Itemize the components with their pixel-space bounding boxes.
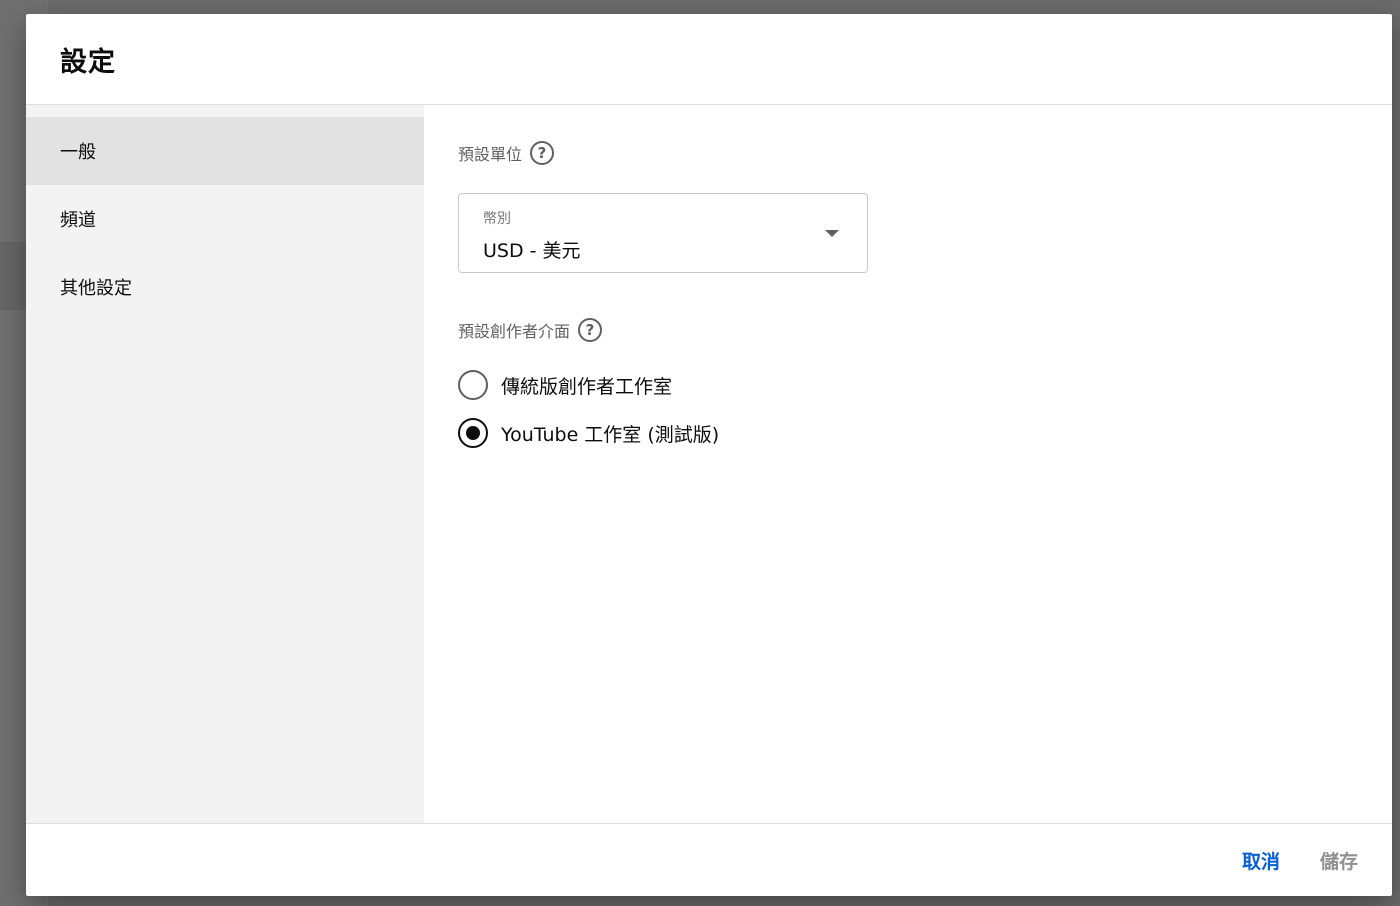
sidebar-item-general[interactable]: 一般	[26, 117, 424, 185]
dialog-footer: 取消 儲存	[26, 823, 1392, 896]
help-icon[interactable]: ?	[530, 141, 555, 165]
dropdown-arrow-icon	[825, 230, 839, 237]
currency-select[interactable]: 幣別 USD - 美元	[458, 193, 868, 273]
help-icon[interactable]: ?	[578, 318, 603, 342]
sidebar-item-other-settings[interactable]: 其他設定	[26, 253, 424, 321]
sidebar-item-label: 一般	[60, 142, 96, 163]
radio-option-youtube-studio-beta[interactable]: YouTube 工作室 (測試版)	[458, 418, 719, 448]
currency-select-value: USD - 美元	[483, 240, 581, 262]
dialog-header: 設定	[26, 14, 1392, 105]
sidebar-item-label: 其他設定	[60, 278, 132, 299]
general-settings-panel: 預設單位 ? 幣別 USD - 美元 預設創作者介面 ? 傳統版創作者工作室 Y…	[424, 105, 1392, 823]
background-page-block	[0, 242, 26, 310]
settings-dialog: 設定 一般 頻道 其他設定 預設單位 ? 幣別 USD - 美元 預設創作者介面…	[26, 14, 1392, 896]
dialog-title: 設定	[60, 46, 116, 78]
sidebar-item-channel[interactable]: 頻道	[26, 185, 424, 253]
save-button[interactable]: 儲存	[1320, 843, 1358, 878]
radio-option-label: YouTube 工作室 (測試版)	[501, 423, 720, 446]
radio-button-selected[interactable]	[458, 418, 488, 448]
sidebar-item-label: 頻道	[60, 210, 96, 231]
radio-selected-dot	[466, 426, 480, 440]
cancel-button[interactable]: 取消	[1242, 843, 1280, 878]
dialog-body: 一般 頻道 其他設定 預設單位 ? 幣別 USD - 美元 預設創作者介面 ?	[26, 105, 1392, 823]
radio-button-unselected[interactable]	[458, 370, 488, 400]
default-studio-label: 預設創作者介面	[458, 322, 571, 341]
radio-option-classic-studio[interactable]: 傳統版創作者工作室	[458, 370, 672, 400]
currency-select-caption: 幣別	[483, 211, 511, 227]
default-units-label: 預設單位	[458, 145, 523, 164]
default-units-section-label: 預設單位 ?	[458, 141, 555, 165]
settings-sidebar: 一般 頻道 其他設定	[26, 105, 424, 823]
default-studio-section-label: 預設創作者介面 ?	[458, 318, 603, 342]
radio-option-label: 傳統版創作者工作室	[501, 375, 673, 398]
